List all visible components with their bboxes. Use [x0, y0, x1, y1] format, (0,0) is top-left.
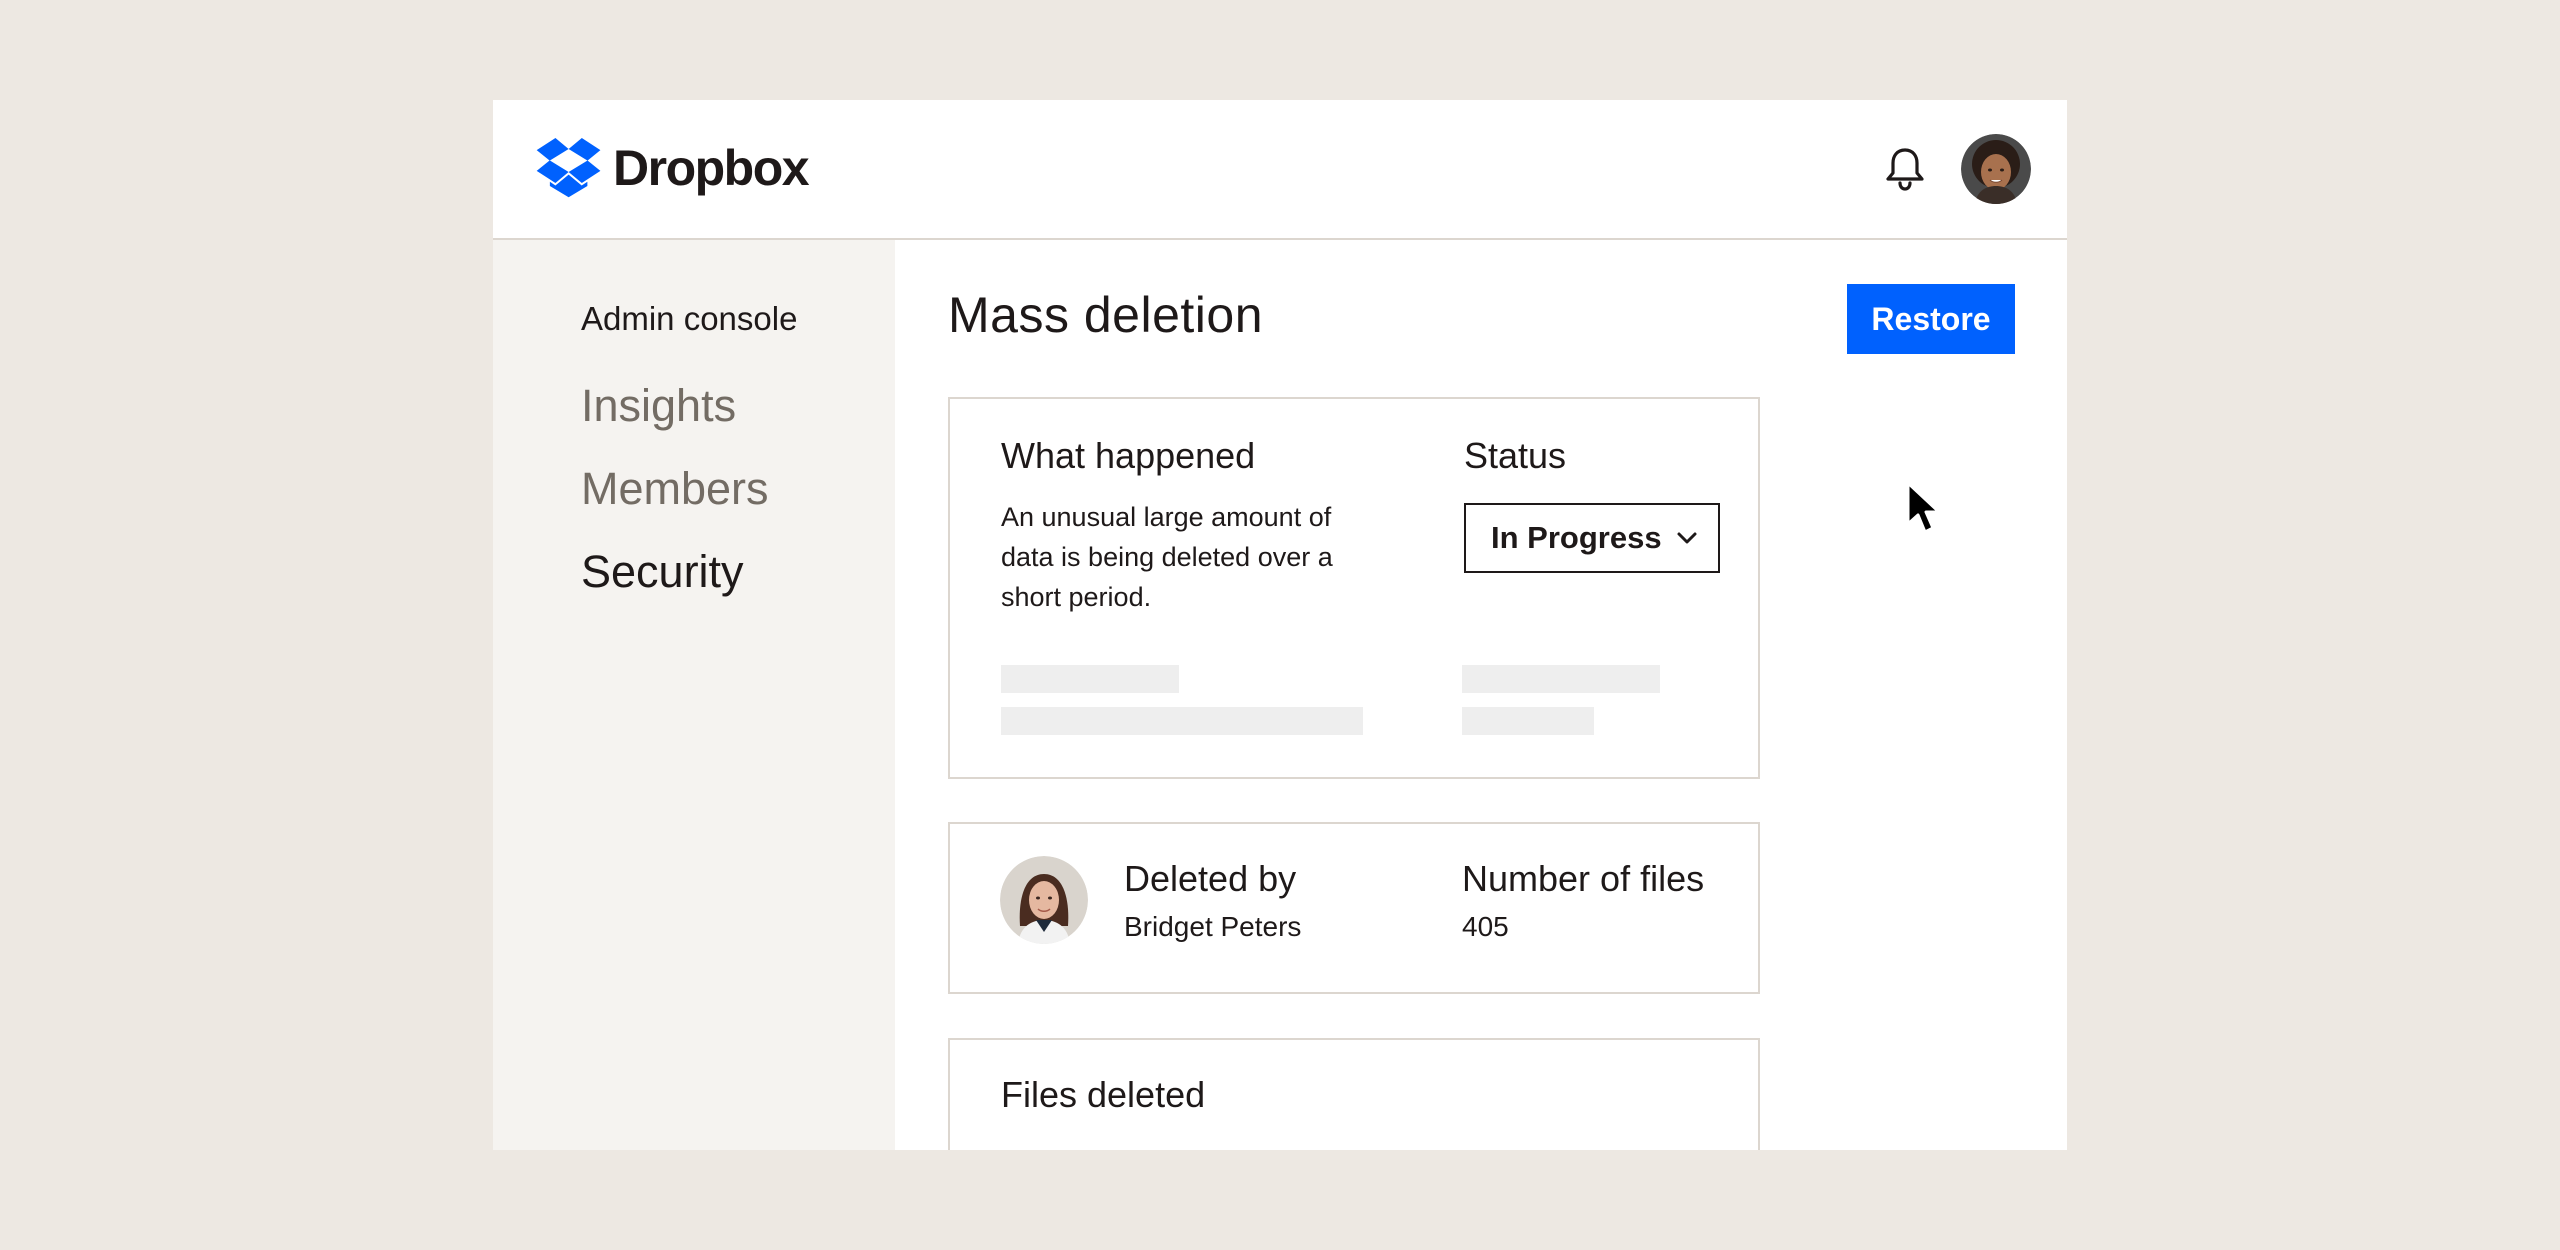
bell-icon[interactable]	[1883, 146, 1927, 192]
sidebar-item-insights[interactable]: Insights	[581, 380, 736, 432]
page-title: Mass deletion	[948, 287, 1263, 343]
mouse-cursor-icon	[1906, 481, 1941, 534]
what-happened-label: What happened	[1001, 435, 1256, 476]
status-value: In Progress	[1491, 520, 1662, 555]
dropbox-logo[interactable]: Dropbox	[535, 136, 810, 200]
brand-name: Dropbox	[613, 140, 810, 196]
sidebar: Admin console Insights Members Security	[493, 240, 895, 1150]
user-avatar[interactable]	[1961, 134, 2031, 204]
deleted-by-value: Bridget Peters	[1124, 911, 1302, 942]
skeleton-line	[1462, 665, 1660, 693]
incident-card: What happened An unusual large amount of…	[948, 397, 1760, 779]
app-window: Dropbox Admin console Insights Members S…	[493, 100, 2067, 1150]
files-deleted-title: Files deleted	[1001, 1074, 1206, 1115]
status-dropdown[interactable]: In Progress	[1464, 503, 1720, 573]
top-bar: Dropbox	[493, 100, 2067, 240]
deleted-by-label: Deleted by	[1124, 858, 1297, 899]
status-label: Status	[1464, 435, 1567, 476]
skeleton-line	[1001, 665, 1179, 693]
deletion-details-card: Deleted by Bridget Peters Number of file…	[948, 822, 1760, 994]
chevron-down-icon	[1677, 532, 1697, 544]
incident-description: An unusual large amount of data is being…	[1001, 502, 1333, 612]
dropbox-logo-icon	[536, 138, 601, 198]
skeleton-line	[1001, 707, 1363, 735]
deleted-by-avatar	[1000, 856, 1088, 944]
restore-button[interactable]: Restore	[1847, 284, 2015, 354]
files-count-value: 405	[1462, 911, 1509, 942]
sidebar-item-security[interactable]: Security	[581, 546, 744, 598]
sidebar-heading: Admin console	[581, 300, 798, 337]
files-count-label: Number of files	[1462, 858, 1705, 899]
sidebar-item-members[interactable]: Members	[581, 463, 769, 515]
files-deleted-card: Files deleted	[948, 1038, 1760, 1150]
skeleton-line	[1462, 707, 1594, 735]
